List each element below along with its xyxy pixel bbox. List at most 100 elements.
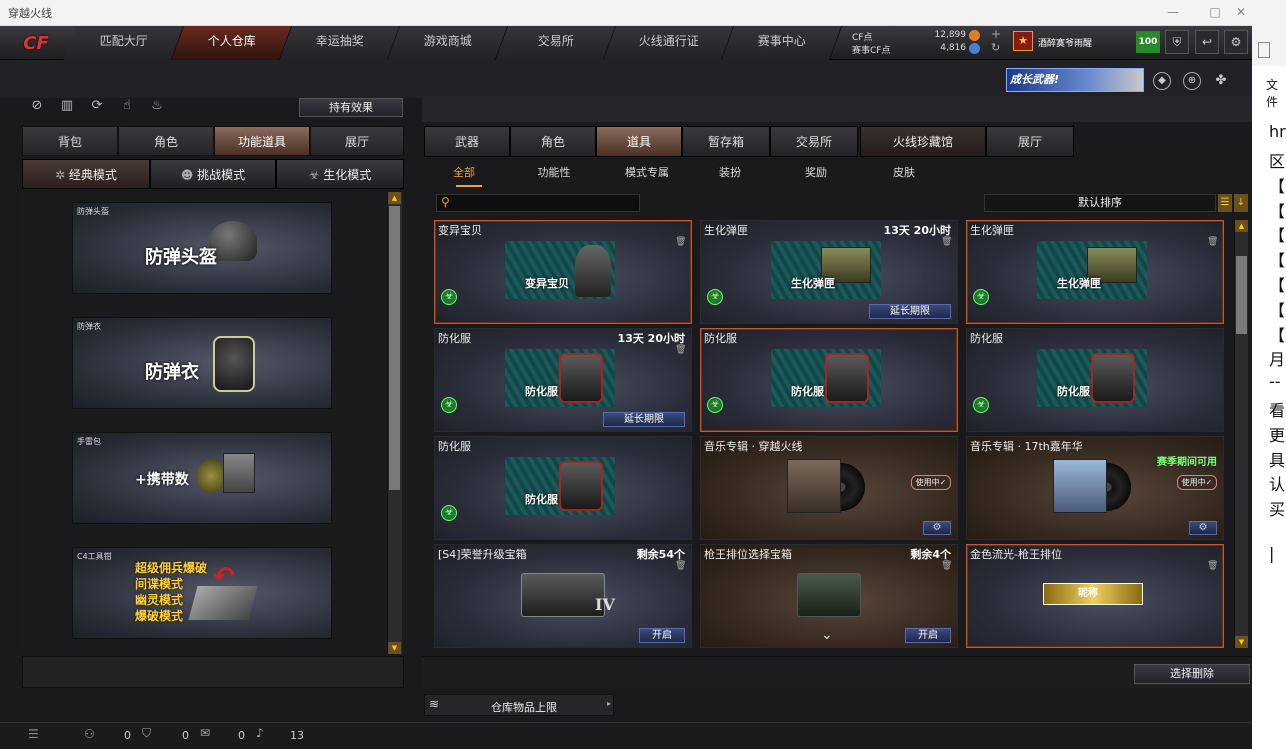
- card-c4-tool[interactable]: C4工具钳 ↶ 超级佣兵爆破 间谍模式 幽灵模式 爆破模式: [72, 547, 332, 639]
- mode-biochem[interactable]: ☣ 生化模式: [276, 159, 404, 189]
- filter-mode-only[interactable]: 模式专属: [612, 164, 682, 182]
- left-scroll-thumb[interactable]: [389, 206, 400, 490]
- trash-icon[interactable]: 🗑: [1207, 561, 1218, 572]
- mode-classic[interactable]: ✲ 经典模式: [22, 159, 150, 189]
- user-name[interactable]: 酒醉寞爷雨醒: [1038, 36, 1092, 49]
- storage-limit-bar[interactable]: ≋ 仓库物品上限 ▸: [424, 694, 614, 716]
- friends-icon[interactable]: ⚇: [84, 727, 95, 741]
- scroll-up-icon[interactable]: ▲: [1235, 220, 1248, 232]
- hand-icon[interactable]: ☝: [116, 96, 138, 116]
- tab-character[interactable]: 角色: [118, 126, 214, 156]
- item-card[interactable]: 生化弹匣 13天 20小时 🗑 生化弹匣 ☣ 延长期限: [700, 220, 958, 324]
- volume-icon[interactable]: ♪: [256, 726, 264, 740]
- gear-icon[interactable]: ⚙: [1224, 30, 1248, 54]
- chat-icon[interactable]: ✉: [200, 726, 210, 740]
- mode-challenge[interactable]: ☻ 挑战模式: [150, 159, 276, 189]
- item-card[interactable]: 变异宝贝 🗑 变异宝贝 ☣: [434, 220, 692, 324]
- item-card[interactable]: 枪王排位选择宝箱 剩余4个 🗑 ⌄ 开启: [700, 544, 958, 648]
- left-scrollbar[interactable]: ▲ ▼: [387, 192, 402, 654]
- search-field[interactable]: ⚲: [436, 194, 640, 212]
- select-delete-button[interactable]: 选择删除: [1134, 664, 1250, 684]
- close-button[interactable]: ✕: [1231, 4, 1251, 20]
- trash-icon[interactable]: 🗑: [941, 561, 952, 572]
- chevron-down-icon[interactable]: ⌄: [821, 627, 833, 643]
- item-card[interactable]: 防化服 防化服 ☣: [700, 328, 958, 432]
- gear-icon[interactable]: ⚙: [923, 521, 951, 535]
- exit-icon[interactable]: ↩: [1195, 30, 1219, 54]
- filter-reward[interactable]: 奖励: [788, 164, 844, 182]
- nav-tab-exchange[interactable]: 交易所: [495, 26, 617, 60]
- item-card[interactable]: 音乐专辑 · 穿越火线 使用中✓ ⚙: [700, 436, 958, 540]
- item-card[interactable]: 金色流光-枪王排位 🗑 昵称: [966, 544, 1224, 648]
- gear-icon[interactable]: ⚙: [1189, 521, 1217, 535]
- card-grenade-pack[interactable]: 手雷包 +携带数: [72, 432, 332, 524]
- in-use-badge[interactable]: 使用中✓: [911, 475, 951, 490]
- target-icon[interactable]: ⊕: [1183, 72, 1201, 90]
- tab-backpack[interactable]: 背包: [22, 126, 118, 156]
- tab-showroom[interactable]: 展厅: [986, 126, 1074, 157]
- extend-button[interactable]: 延长期限: [869, 304, 951, 319]
- effects-button[interactable]: 持有效果: [299, 98, 403, 117]
- refresh-icon[interactable]: ⟳: [86, 96, 108, 116]
- tab-weapons[interactable]: 武器: [424, 126, 510, 157]
- minimize-button[interactable]: —: [1163, 4, 1183, 20]
- tab-function-items[interactable]: 功能道具: [214, 126, 310, 156]
- sort-order-icon[interactable]: ↓: [1234, 194, 1248, 212]
- filter-outfit[interactable]: 装扮: [702, 164, 758, 182]
- card-helmet[interactable]: 防弹头盔 防弹头盔: [72, 202, 332, 294]
- badge-icon[interactable]: ◆: [1153, 72, 1171, 90]
- open-button[interactable]: 开启: [639, 628, 685, 643]
- open-button[interactable]: 开启: [905, 628, 951, 643]
- shield-icon[interactable]: ⛨: [1165, 30, 1189, 54]
- scroll-up-icon[interactable]: ▲: [388, 192, 401, 204]
- tab-temp-box[interactable]: 暂存箱: [682, 126, 770, 157]
- nav-tab-warehouse[interactable]: 个人仓库: [171, 26, 293, 60]
- nav-tab-lottery[interactable]: 幸运抽奖: [279, 26, 401, 60]
- card-vest[interactable]: 防弹衣 防弹衣: [72, 317, 332, 409]
- item-card[interactable]: 防化服 防化服 ☣: [966, 328, 1224, 432]
- scroll-down-icon[interactable]: ▼: [388, 642, 401, 654]
- trash-icon[interactable]: 🗑: [941, 237, 952, 248]
- nav-tab-shop[interactable]: 游戏商城: [387, 26, 509, 60]
- tab-collection[interactable]: 火线珍藏馆: [860, 126, 986, 157]
- in-use-badge[interactable]: 使用中✓: [1177, 475, 1217, 490]
- nav-tab-match-lobby[interactable]: 匹配大厅: [63, 26, 185, 60]
- item-card[interactable]: 音乐专辑 · 17th嘉年华 赛季期间可用 使用中✓ ⚙: [966, 436, 1224, 540]
- strip-line: 具: [1269, 451, 1286, 470]
- right-scroll-thumb[interactable]: [1236, 256, 1247, 334]
- filter-functional[interactable]: 功能性: [526, 164, 582, 182]
- item-card[interactable]: 防化服 13天 20小时 🗑 防化服 ☣ 延长期限: [434, 328, 692, 432]
- bag-icon[interactable]: ♨: [146, 96, 168, 116]
- extend-button[interactable]: 延长期限: [603, 412, 685, 427]
- trash-icon[interactable]: 🗑: [675, 237, 686, 248]
- off-toggle-icon[interactable]: ⊘: [26, 96, 48, 116]
- scroll-down-icon[interactable]: ▼: [1235, 636, 1248, 648]
- list-view-icon[interactable]: ☰: [1218, 194, 1232, 212]
- left-item-list: 防弹头盔 防弹头盔 防弹衣 防弹衣 手雷包 +携带数 C4工具钳 ↶ 超级佣兵爆…: [22, 192, 404, 654]
- menu-icon[interactable]: ☰: [28, 727, 39, 741]
- add-currency-icon[interactable]: +: [991, 27, 1001, 41]
- stats-icon[interactable]: ▥: [56, 96, 78, 116]
- tab-exchange[interactable]: 交易所: [770, 126, 858, 157]
- right-scrollbar[interactable]: ▲ ▼: [1234, 220, 1248, 648]
- item-card[interactable]: 生化弹匣 🗑 生化弹匣 ☣: [966, 220, 1224, 324]
- item-card[interactable]: [S4]荣誉升级宝箱 剩余54个 🗑 IV 开启: [434, 544, 692, 648]
- trash-icon[interactable]: 🗑: [1207, 237, 1218, 248]
- trash-icon[interactable]: 🗑: [675, 345, 686, 356]
- trash-icon[interactable]: 🗑: [675, 561, 686, 572]
- refresh-icon[interactable]: ↻: [991, 41, 1000, 54]
- item-card[interactable]: 防化服 防化服 ☣: [434, 436, 692, 540]
- search-input[interactable]: [459, 196, 637, 210]
- filter-skin[interactable]: 皮肤: [876, 164, 932, 182]
- nav-tab-events[interactable]: 赛事中心: [721, 26, 843, 60]
- tab-showroom[interactable]: 展厅: [310, 126, 404, 156]
- fan-icon[interactable]: ✤: [1212, 72, 1230, 90]
- sort-dropdown[interactable]: 默认排序: [984, 194, 1216, 212]
- tab-props[interactable]: 道具: [596, 126, 682, 157]
- maximize-button[interactable]: □: [1205, 4, 1225, 20]
- nav-tab-pass[interactable]: 火线通行证: [603, 26, 735, 60]
- clan-shield-icon[interactable]: ⛉: [142, 726, 151, 741]
- filter-all[interactable]: 全部: [436, 164, 492, 182]
- grow-weapon-banner[interactable]: 成长武器!: [1006, 68, 1144, 92]
- tab-character[interactable]: 角色: [510, 126, 596, 157]
